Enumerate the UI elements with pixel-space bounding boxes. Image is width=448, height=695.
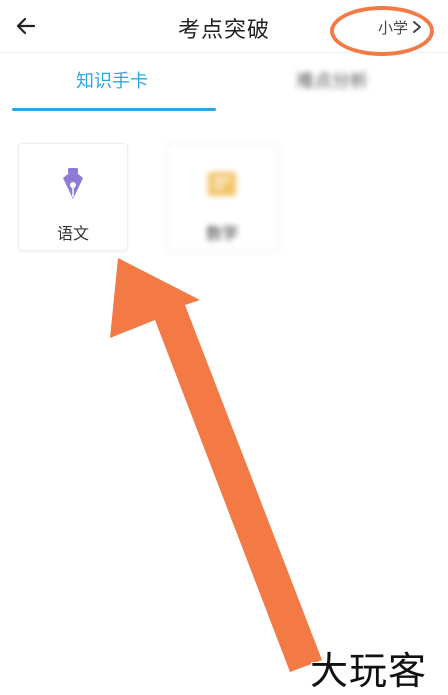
tab-bar: 知识手卡 难点分析: [0, 56, 448, 116]
grade-label: 小学: [378, 18, 409, 37]
math-book-icon: [208, 172, 236, 196]
chevron-right-icon: [413, 21, 422, 33]
tab-difficulty-analysis[interactable]: 难点分析: [232, 66, 432, 98]
subject-card-math[interactable]: 数学: [166, 143, 278, 251]
grade-selector[interactable]: 小学: [378, 14, 436, 40]
watermark-text: 大玩客: [310, 649, 428, 693]
subject-label: 数学: [205, 224, 238, 243]
active-tab-indicator: [12, 108, 216, 111]
fountain-pen-icon: [63, 168, 83, 199]
tab-knowledge-cards[interactable]: 知识手卡: [12, 66, 212, 98]
subject-label: 语文: [56, 224, 89, 243]
subject-card-chinese[interactable]: 语文: [18, 143, 128, 251]
top-bar: 考点突破 小学: [0, 0, 448, 53]
